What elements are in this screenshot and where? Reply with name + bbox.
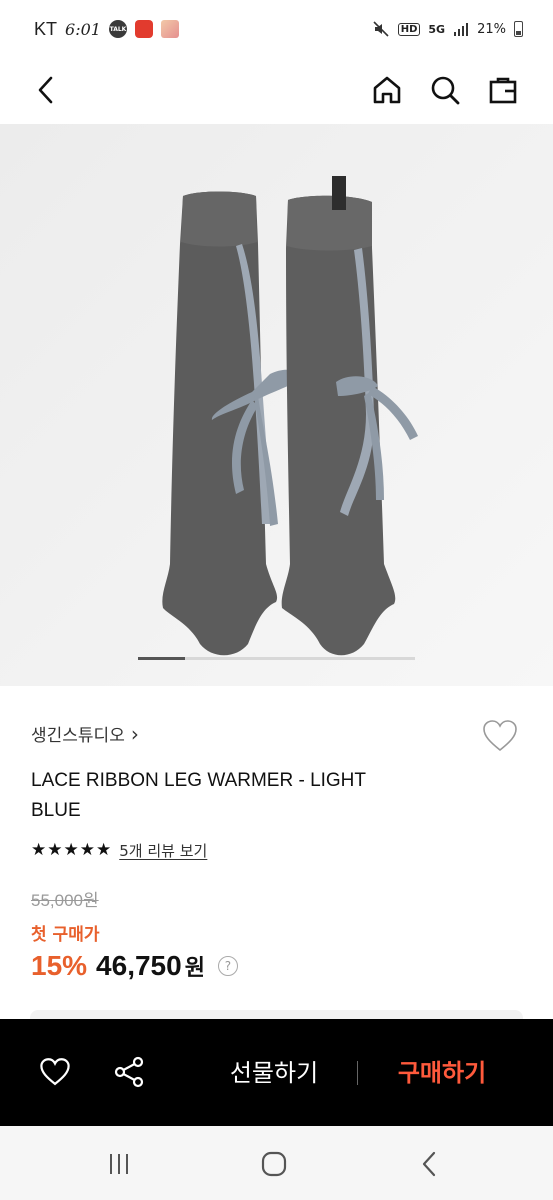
share-button[interactable] [109, 1052, 149, 1092]
original-price: 55,000원 [31, 891, 99, 910]
first-purchase-label: 첫 구매가 [31, 925, 100, 945]
system-navigation-bar [0, 1126, 553, 1200]
chevron-right-icon: › [130, 721, 139, 746]
hd-voice-badge: HD [397, 22, 421, 36]
discount-rate: 15% [31, 950, 88, 981]
status-left: KT 6:01 TALK [34, 19, 179, 40]
star-icon: ★ [96, 840, 112, 860]
back-nav-icon [422, 1151, 436, 1177]
cart-button[interactable] [483, 70, 523, 110]
network-label: 5G [428, 22, 446, 36]
battery-icon [514, 21, 523, 37]
back-nav-button[interactable] [412, 1146, 448, 1182]
star-icon: ★ [31, 840, 47, 860]
mute-icon [373, 21, 389, 37]
buy-button[interactable]: 구매하기 [378, 1055, 506, 1091]
wishlist-button[interactable] [480, 716, 520, 756]
recent-apps-button[interactable] [101, 1146, 137, 1182]
search-icon [431, 76, 460, 105]
currency-unit: 원 [184, 956, 205, 981]
price-row: 15% 46,750 원 ? [31, 950, 238, 982]
battery-label: 21% [477, 21, 506, 37]
gift-button[interactable]: 선물하기 [210, 1055, 338, 1091]
product-title: LACE RIBBON LEG WARMER - LIGHT BLUE [31, 770, 366, 821]
rating-row: ★ ★ ★ ★ ★ 5개 리뷰 보기 [31, 840, 207, 861]
star-rating: ★ ★ ★ ★ ★ [31, 842, 111, 859]
kakaotalk-label: TALK [109, 25, 127, 33]
status-right: HD 5G 21% [372, 0, 523, 58]
like-button[interactable] [35, 1052, 75, 1092]
back-icon [38, 76, 53, 104]
star-icon: ★ [63, 840, 79, 860]
carrier-label: KT [34, 18, 58, 39]
image-notification-icon [160, 20, 179, 38]
leg-warmers-image [0, 124, 553, 686]
recent-apps-icon [110, 1154, 128, 1174]
share-icon [114, 1056, 144, 1088]
brand-name: 생긴스튜디오 [31, 726, 125, 746]
back-button[interactable] [26, 70, 66, 110]
shopping-bag-icon [489, 77, 517, 104]
star-icon: ★ [47, 840, 63, 860]
review-link[interactable]: 5개 리뷰 보기 [119, 840, 207, 861]
help-icon[interactable]: ? [217, 956, 238, 976]
signal-icon [454, 23, 469, 36]
kakaotalk-icon: TALK [108, 20, 127, 38]
final-price: 46,750 [96, 950, 182, 981]
status-bar: KT 6:01 TALK HD 5G 21% [0, 0, 553, 58]
action-divider [357, 1061, 358, 1085]
brand-link[interactable]: 생긴스튜디오 › [31, 721, 139, 747]
search-button[interactable] [425, 70, 465, 110]
product-image-carousel[interactable] [0, 124, 553, 686]
app-header [0, 58, 553, 124]
heart-icon [483, 720, 517, 752]
home-button[interactable] [367, 70, 407, 110]
home-icon [373, 76, 401, 104]
heart-icon [40, 1058, 70, 1086]
carousel-progress-thumb [138, 657, 186, 660]
carousel-progress [138, 657, 415, 660]
home-nav-button[interactable] [256, 1146, 292, 1182]
bottom-action-bar: 선물하기 구매하기 [0, 1019, 553, 1126]
star-icon: ★ [79, 840, 95, 860]
help-icon-glyph: ? [224, 959, 232, 973]
home-circle-icon [261, 1151, 287, 1177]
app-notification-icon [134, 20, 153, 38]
clock: 6:01 [65, 19, 101, 39]
